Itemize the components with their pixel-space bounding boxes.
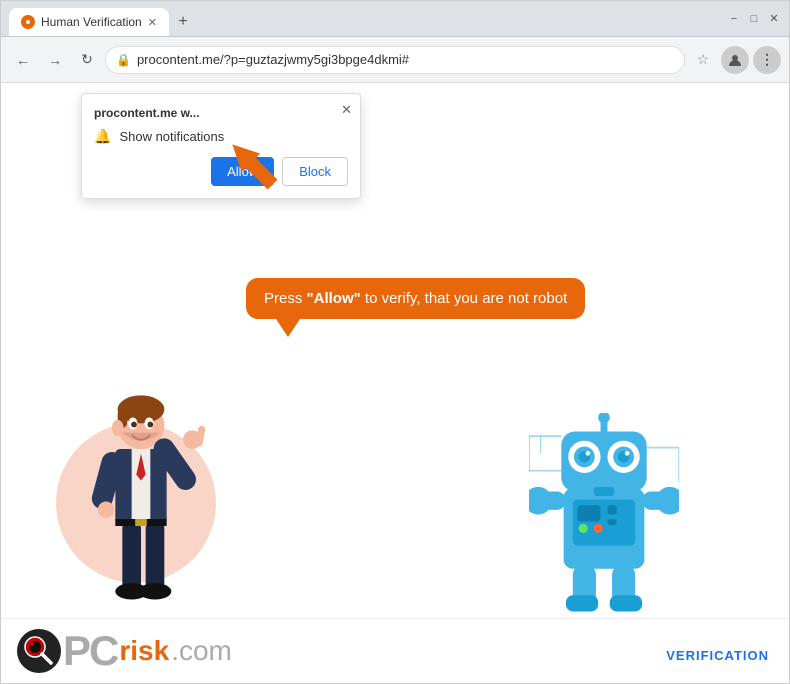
minimize-button[interactable]: − bbox=[727, 12, 741, 26]
back-button[interactable]: ← bbox=[9, 46, 37, 74]
maximize-button[interactable]: □ bbox=[747, 12, 761, 26]
refresh-button[interactable]: ↻ bbox=[73, 46, 101, 74]
tab-area: Human Verification ✕ + bbox=[9, 1, 723, 36]
lock-icon: 🔒 bbox=[116, 53, 131, 67]
pc-text: PC bbox=[63, 630, 117, 672]
robot-svg bbox=[529, 413, 679, 621]
speech-text-post: to verify, that you are not robot bbox=[361, 290, 568, 307]
tab-close-button[interactable]: ✕ bbox=[148, 16, 157, 29]
speech-text-bold: "Allow" bbox=[307, 290, 361, 307]
tab-title: Human Verification bbox=[41, 15, 142, 29]
pcrisk-logo: PCrisk.com bbox=[17, 629, 232, 673]
new-tab-button[interactable]: + bbox=[169, 8, 197, 36]
title-bar: Human Verification ✕ + − □ ✕ bbox=[1, 1, 789, 37]
bookmark-button[interactable]: ☆ bbox=[689, 46, 717, 74]
address-text[interactable]: procontent.me/?p=guztazjwmy5gi3bpge4dkmi… bbox=[137, 52, 674, 67]
dot-com-text: .com bbox=[171, 635, 232, 667]
pcrisk-icon bbox=[17, 629, 61, 673]
speech-text-pre: Press bbox=[264, 290, 307, 307]
menu-button[interactable]: ⋮ bbox=[753, 46, 781, 74]
popup-close-button[interactable]: ✕ bbox=[341, 102, 352, 118]
notification-label: Show notifications bbox=[119, 129, 224, 144]
risk-text: risk bbox=[119, 635, 169, 667]
popup-site-text: procontent.me w... bbox=[94, 106, 348, 120]
profile-button[interactable] bbox=[721, 46, 749, 74]
block-button[interactable]: Block bbox=[282, 157, 348, 186]
person-svg bbox=[71, 393, 211, 626]
bell-icon: 🔔 bbox=[94, 128, 111, 145]
address-input-wrapper: 🔒 procontent.me/?p=guztazjwmy5gi3bpge4dk… bbox=[105, 46, 685, 74]
human-figure bbox=[71, 393, 211, 593]
orange-arrow-icon bbox=[219, 131, 289, 201]
robot-figure bbox=[529, 413, 679, 593]
browser-window: Human Verification ✕ + − □ ✕ ← → ↻ 🔒 pro… bbox=[0, 0, 790, 684]
address-bar: ← → ↻ 🔒 procontent.me/?p=guztazjwmy5gi3b… bbox=[1, 37, 789, 83]
forward-button[interactable]: → bbox=[41, 46, 69, 74]
pcrisk-bar: PCrisk.com VERIFICATION bbox=[1, 618, 789, 683]
window-controls: − □ ✕ bbox=[727, 12, 781, 26]
close-window-button[interactable]: ✕ bbox=[767, 12, 781, 26]
speech-bubble: Press "Allow" to verify, that you are no… bbox=[246, 278, 585, 319]
tab-favicon bbox=[21, 15, 35, 29]
active-tab[interactable]: Human Verification ✕ bbox=[9, 8, 169, 36]
verification-badge: VERIFICATION bbox=[666, 648, 769, 663]
page-content: ✕ procontent.me w... 🔔 Show notification… bbox=[1, 83, 789, 683]
